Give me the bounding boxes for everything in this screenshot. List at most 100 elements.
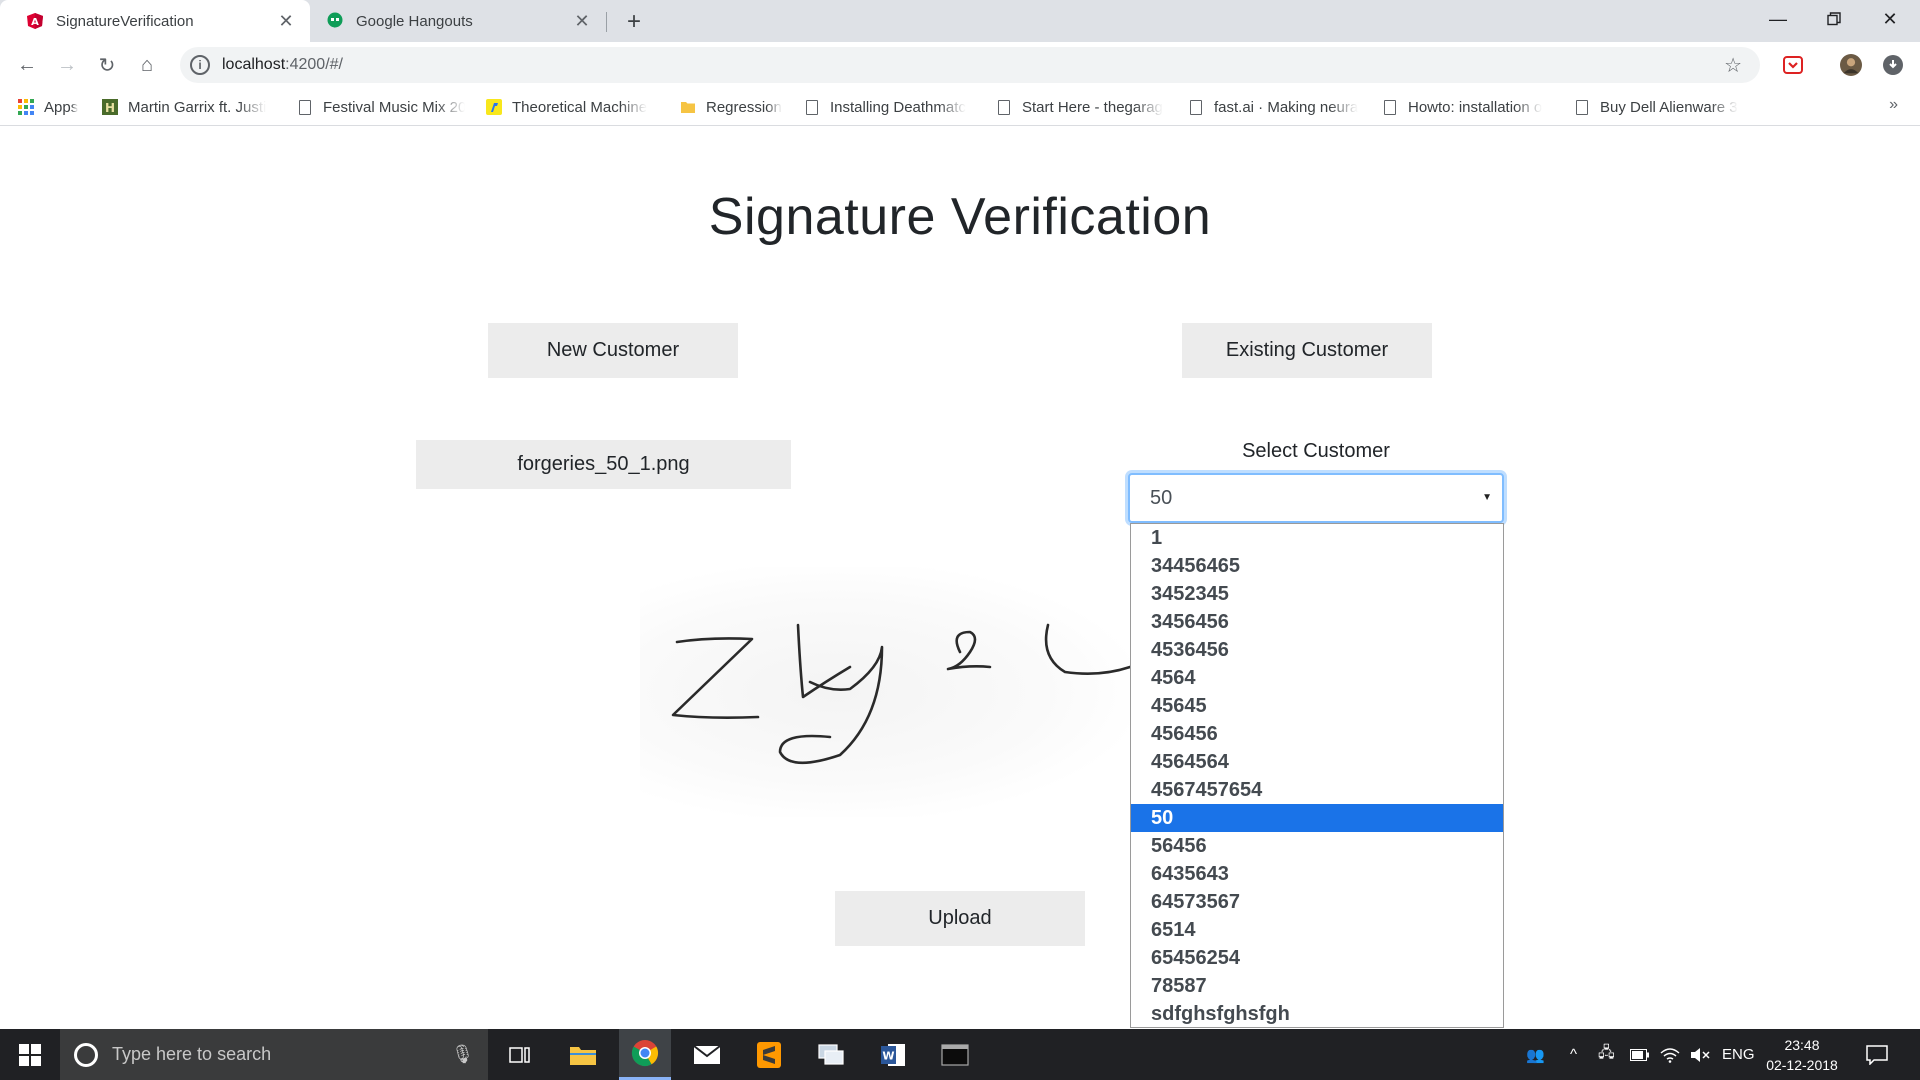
clock-date: 02-12-2018 bbox=[1766, 1057, 1838, 1073]
upload-button[interactable]: Upload bbox=[835, 891, 1085, 946]
tab-title: SignatureVerification bbox=[56, 12, 194, 30]
home-icon[interactable]: ⌂ bbox=[132, 50, 162, 80]
bookmark-label: Festival Music Mix 20 bbox=[323, 98, 465, 116]
svg-text:A: A bbox=[31, 17, 39, 28]
task-view-icon[interactable] bbox=[498, 1029, 542, 1080]
close-window-icon[interactable]: ✕ bbox=[1862, 0, 1918, 38]
customer-option[interactable]: 4564564 bbox=[1131, 748, 1503, 776]
network-app-icon[interactable] bbox=[805, 1029, 857, 1080]
chrome-menu-icon[interactable] bbox=[1882, 54, 1904, 76]
select-customer-label: Select Customer bbox=[1242, 440, 1390, 462]
bookmark-festival-music[interactable]: Festival Music Mix 20 bbox=[297, 96, 465, 118]
chrome-taskbar-icon[interactable] bbox=[619, 1029, 671, 1080]
bookmark-regression[interactable]: Regression bbox=[680, 96, 790, 118]
back-icon[interactable]: ← bbox=[12, 50, 42, 80]
people-icon[interactable]: 👥 bbox=[1526, 1029, 1548, 1080]
bookmarks-overflow-button[interactable]: » bbox=[1889, 96, 1898, 114]
restore-icon[interactable] bbox=[1806, 0, 1862, 38]
bookmark-label: Martin Garrix ft. Justi bbox=[128, 98, 267, 116]
customer-option[interactable]: 1 bbox=[1131, 524, 1503, 552]
forward-icon[interactable]: → bbox=[52, 50, 82, 80]
close-tab-icon[interactable]: ✕ bbox=[570, 9, 594, 33]
bookmark-apps[interactable]: Apps bbox=[18, 96, 88, 118]
bookmark-installing-deathmatch[interactable]: Installing Deathmatc bbox=[804, 96, 970, 118]
tab-google-hangouts[interactable]: Google Hangouts ✕ bbox=[300, 0, 606, 42]
language-indicator[interactable]: ENG bbox=[1722, 1029, 1756, 1080]
taskbar-search-placeholder: Type here to search bbox=[112, 1044, 272, 1064]
page-icon bbox=[1574, 99, 1590, 115]
volume-muted-icon[interactable] bbox=[1690, 1029, 1712, 1080]
customer-option[interactable]: 4564 bbox=[1131, 664, 1503, 692]
customer-option[interactable]: sdfghsfghsfgh bbox=[1131, 1000, 1503, 1028]
battery-icon[interactable] bbox=[1630, 1029, 1652, 1080]
taskbar-search-box[interactable]: Type here to search 🎙 bbox=[60, 1029, 488, 1080]
microphone-icon[interactable]: 🎙 bbox=[451, 1044, 474, 1065]
customer-option[interactable]: 45645 bbox=[1131, 692, 1503, 720]
flipkart-icon bbox=[486, 99, 502, 115]
customer-option[interactable]: 6435643 bbox=[1131, 860, 1503, 888]
bookmark-fast-ai[interactable]: fast.ai · Making neura bbox=[1188, 96, 1360, 118]
customer-option[interactable]: 56456 bbox=[1131, 832, 1503, 860]
dropdown-caret-icon: ▼ bbox=[1482, 492, 1492, 503]
bookmark-buy-dell[interactable]: Buy Dell Alienware 3 bbox=[1574, 96, 1746, 118]
bookmark-label: Howto: installation o bbox=[1408, 98, 1543, 116]
existing-customer-button[interactable]: Existing Customer bbox=[1182, 323, 1432, 378]
customer-option[interactable]: 78587 bbox=[1131, 972, 1503, 1000]
clock-time: 23:48 bbox=[1784, 1037, 1820, 1053]
bookmark-star-icon[interactable]: ☆ bbox=[1724, 53, 1742, 78]
customer-option[interactable]: 64573567 bbox=[1131, 888, 1503, 916]
new-tab-button[interactable]: + bbox=[620, 8, 648, 36]
customer-option[interactable]: 4567457654 bbox=[1131, 776, 1503, 804]
minimize-icon[interactable]: — bbox=[1750, 0, 1806, 38]
windows-taskbar: Type here to search 🎙 W 👥 ^ 🖧 ENG 23:48 … bbox=[0, 1029, 1920, 1080]
address-bar[interactable]: i localhost:4200/#/ ☆ bbox=[180, 47, 1760, 83]
page-icon bbox=[996, 99, 1012, 115]
page-icon bbox=[804, 99, 820, 115]
customer-option-selected[interactable]: 50 bbox=[1131, 804, 1503, 832]
customer-select[interactable]: 50 ▼ bbox=[1128, 473, 1504, 523]
taskbar-clock[interactable]: 23:48 02-12-2018 bbox=[1760, 1035, 1844, 1075]
profile-avatar[interactable] bbox=[1840, 54, 1862, 76]
terminal-icon[interactable] bbox=[929, 1029, 981, 1080]
action-center-icon[interactable] bbox=[1866, 1029, 1892, 1080]
bookmark-label: Theoretical Machine bbox=[512, 98, 648, 116]
apps-grid-icon bbox=[18, 99, 34, 115]
show-hidden-icons[interactable]: ^ bbox=[1570, 1029, 1590, 1080]
file-explorer-icon[interactable] bbox=[557, 1029, 609, 1080]
bookmark-theoretical-machine[interactable]: Theoretical Machine bbox=[486, 96, 658, 118]
reload-icon[interactable]: ↻ bbox=[92, 50, 122, 80]
wifi-icon[interactable] bbox=[1660, 1029, 1682, 1080]
folder-icon bbox=[680, 99, 696, 115]
bookmark-label: Buy Dell Alienware 3 bbox=[1600, 98, 1738, 116]
info-icon[interactable]: i bbox=[190, 55, 210, 75]
bookmark-label: Regression bbox=[706, 98, 782, 116]
bookmark-howto-installation[interactable]: Howto: installation o bbox=[1382, 96, 1554, 118]
url-path: :4200/#/ bbox=[285, 56, 343, 73]
mail-icon[interactable] bbox=[681, 1029, 733, 1080]
customer-option[interactable]: 65456254 bbox=[1131, 944, 1503, 972]
file-chooser-button[interactable]: forgeries_50_1.png bbox=[416, 440, 791, 489]
new-customer-button[interactable]: New Customer bbox=[488, 323, 738, 378]
close-tab-icon[interactable]: ✕ bbox=[274, 9, 298, 33]
customer-option[interactable]: 34456465 bbox=[1131, 552, 1503, 580]
tab-divider bbox=[606, 12, 607, 32]
customer-option[interactable]: 3456456 bbox=[1131, 608, 1503, 636]
word-icon[interactable]: W bbox=[867, 1029, 919, 1080]
customer-option[interactable]: 3452345 bbox=[1131, 580, 1503, 608]
windows-start-icon[interactable] bbox=[0, 1029, 60, 1080]
bookmark-label: fast.ai · Making neura bbox=[1214, 98, 1359, 116]
customer-option[interactable]: 456456 bbox=[1131, 720, 1503, 748]
tab-signature-verification[interactable]: A SignatureVerification ✕ bbox=[0, 0, 310, 42]
page-icon bbox=[1382, 99, 1398, 115]
pocket-extension-icon[interactable] bbox=[1782, 54, 1804, 76]
tab-strip: A SignatureVerification ✕ Google Hangout… bbox=[0, 0, 1920, 42]
customer-option[interactable]: 6514 bbox=[1131, 916, 1503, 944]
customer-option[interactable]: 4536456 bbox=[1131, 636, 1503, 664]
hangouts-icon bbox=[326, 12, 344, 30]
sublime-text-icon[interactable] bbox=[743, 1029, 795, 1080]
bookmark-martin-garrix[interactable]: H Martin Garrix ft. Justi bbox=[102, 96, 272, 118]
page-title: Signature Verification bbox=[708, 188, 1212, 246]
network-tray-icon[interactable]: 🖧 bbox=[1598, 1029, 1620, 1080]
bookmark-start-here[interactable]: Start Here - thegarag bbox=[996, 96, 1164, 118]
tab-title: Google Hangouts bbox=[356, 12, 473, 30]
